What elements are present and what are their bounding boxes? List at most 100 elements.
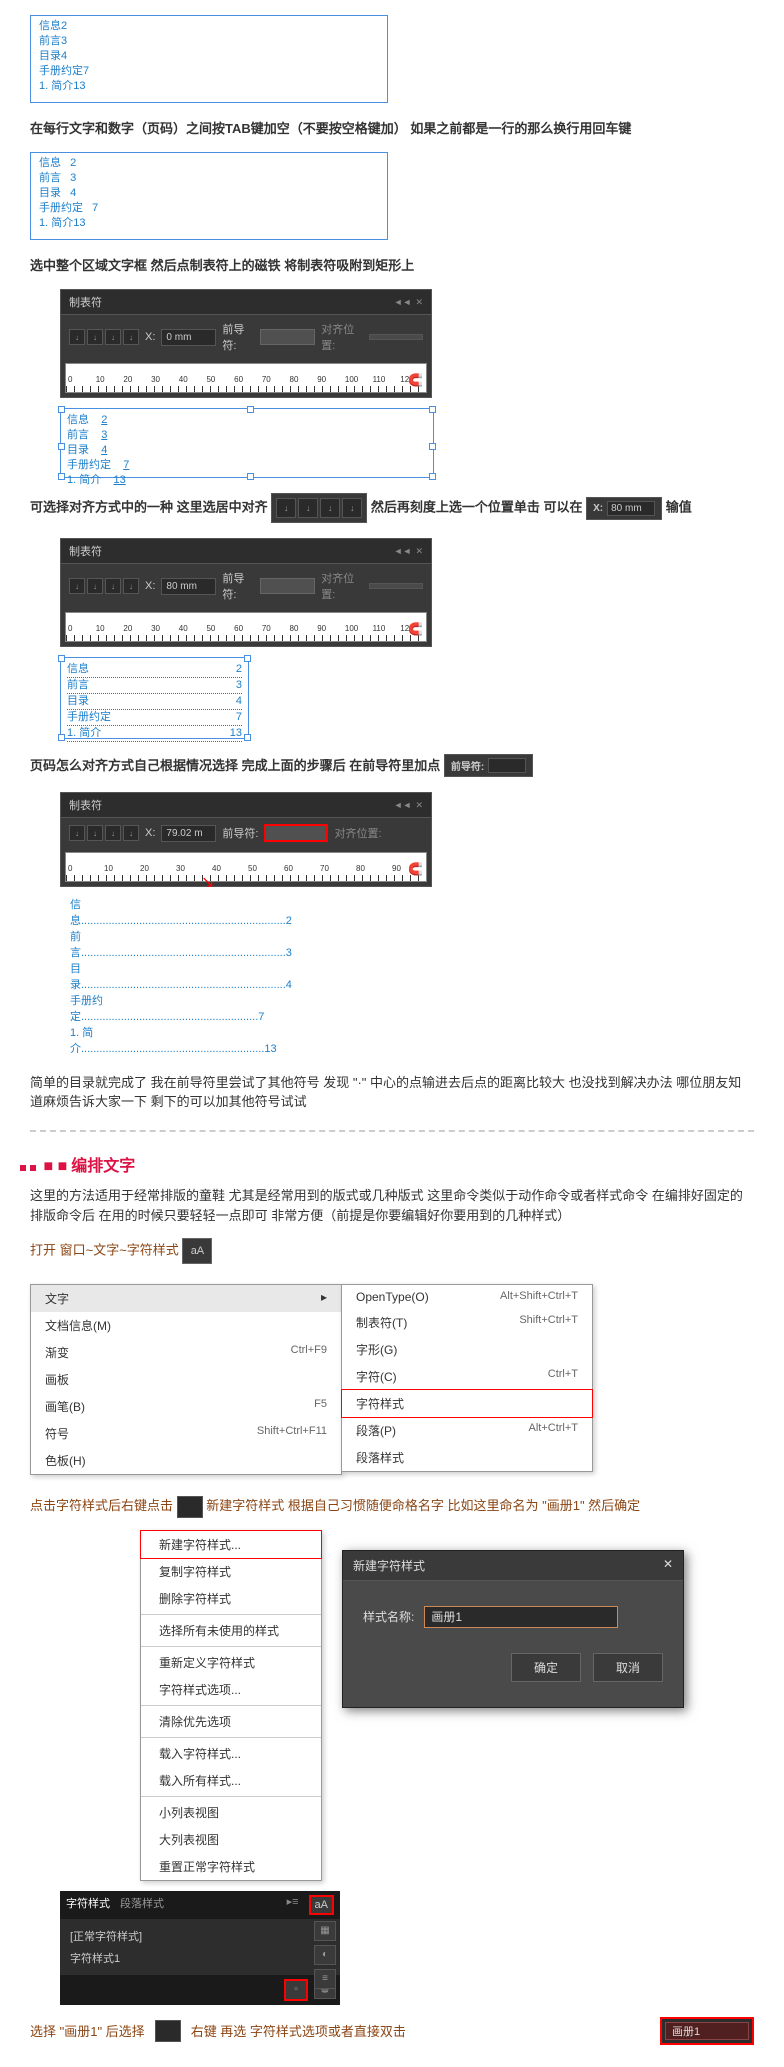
align-decimal-tab[interactable]: ↓: [123, 329, 139, 345]
char-style-icon: aA: [182, 1238, 212, 1264]
leader-label: 前导符:: [222, 570, 254, 602]
magnet-icon[interactable]: 🧲: [408, 622, 423, 636]
ruler[interactable]: 0 10 20 30 40 50 60 70 80 90 100 110 120: [65, 612, 427, 642]
align-tab[interactable]: ↓: [123, 825, 139, 841]
align-right-tab[interactable]: ↓: [105, 329, 121, 345]
align-left-tab[interactable]: ↓: [69, 329, 85, 345]
align-tab[interactable]: ↓: [123, 578, 139, 594]
panel-icon[interactable]: ◐: [314, 1945, 336, 1965]
align-tab[interactable]: ↓: [105, 825, 121, 841]
new-char-style-dialog: 新建字符样式✕ 样式名称: 确定 取消: [342, 1550, 684, 1708]
ok-button[interactable]: 确定: [511, 1653, 581, 1682]
context-item[interactable]: 重新定义字符样式: [141, 1649, 321, 1676]
align-tab[interactable]: ↓: [69, 578, 85, 594]
menu-item[interactable]: 字符(C)Ctrl+T: [342, 1363, 592, 1390]
magnet-icon[interactable]: 🧲: [408, 862, 423, 876]
tab-para-styles[interactable]: 段落样式: [120, 1895, 164, 1915]
context-item[interactable]: 载入字符样式...: [141, 1740, 321, 1767]
red-arrow-icon: ↘: [201, 872, 214, 892]
style-name-field[interactable]: [665, 2022, 749, 2040]
context-item[interactable]: 选择所有未使用的样式: [141, 1617, 321, 1644]
panel-menu-icon[interactable]: ▸≡: [287, 1895, 299, 1915]
menu-item[interactable]: 画板: [31, 1366, 341, 1393]
align-btn[interactable]: ↓: [298, 498, 318, 518]
close-icon[interactable]: ✕: [415, 546, 423, 557]
menu-item[interactable]: 段落样式: [342, 1444, 592, 1471]
close-icon[interactable]: ◄◄: [394, 800, 412, 811]
align-btn[interactable]: ↓: [342, 498, 362, 518]
close-icon[interactable]: ✕: [415, 800, 423, 811]
tab-char-styles[interactable]: 字符样式: [66, 1895, 110, 1915]
panel-title: 制表符: [69, 543, 102, 559]
context-item[interactable]: 小列表视图: [141, 1799, 321, 1826]
text: 可选择对齐方式中的一种 这里选居中对齐: [30, 499, 268, 514]
menu-item[interactable]: OpenType(O)Alt+Shift+Ctrl+T: [342, 1285, 592, 1309]
close-icon[interactable]: ◄◄: [394, 546, 412, 557]
tabs-panel-3: 制表符 ◄◄✕ ↓ ↓ ↓ ↓ X: 前导符: 对齐位置: 0 10 20 30…: [60, 792, 432, 887]
tabs-panel-1: 制表符 ◄◄✕ ↓ ↓ ↓ ↓ X: 前导符: 对齐位置: 0 10 20 30…: [60, 289, 432, 398]
align-tab[interactable]: ↓: [87, 825, 103, 841]
menu-item[interactable]: 色板(H): [31, 1447, 341, 1474]
menu-item-text[interactable]: 文字▸: [31, 1285, 341, 1312]
align-tab[interactable]: ↓: [87, 578, 103, 594]
panel-icon[interactable]: ≡: [314, 1969, 336, 1989]
panel-toolbar: ↓ ↓ ↓ ↓ X: 前导符: 对齐位置:: [61, 315, 431, 359]
style-item-1[interactable]: 字符样式1: [70, 1947, 330, 1969]
style-item-normal[interactable]: [正常字符样式]: [70, 1925, 330, 1947]
ruler-tick: 0: [66, 375, 94, 384]
align-tab[interactable]: ↓: [105, 578, 121, 594]
ruler-tick: 100: [343, 624, 371, 633]
close-icon[interactable]: ◄◄: [394, 297, 412, 308]
context-item[interactable]: 重置正常字符样式: [141, 1853, 321, 1880]
magnet-icon[interactable]: 🧲: [408, 373, 423, 387]
leader-input[interactable]: [260, 329, 315, 345]
text-frame-aligned[interactable]: 信息2 前言3 目录4 手册约定7 1. 简介13: [60, 657, 249, 739]
leader-input[interactable]: [264, 824, 328, 842]
new-style-button[interactable]: ▫: [284, 1979, 308, 2001]
menu-item[interactable]: 字形(G): [342, 1336, 592, 1363]
line: 目录 4: [39, 186, 379, 201]
char-style-icon-highlighted[interactable]: aA: [309, 1895, 334, 1915]
context-item[interactable]: 载入所有样式...: [141, 1767, 321, 1794]
context-new-style[interactable]: 新建字符样式...: [140, 1530, 322, 1559]
close-icon[interactable]: ✕: [663, 1557, 673, 1574]
context-item[interactable]: 删除字符样式: [141, 1585, 321, 1612]
panel-icon[interactable]: ▦: [314, 1921, 336, 1941]
x-input[interactable]: [161, 578, 216, 595]
menu-item[interactable]: 画笔(B)F5: [31, 1393, 341, 1420]
align-btn[interactable]: ↓: [276, 498, 296, 518]
instruction-1: 在每行文字和数字（页码）之间按TAB键加空（不要按空格键加） 如果之前都是一行的…: [30, 118, 754, 137]
context-item[interactable]: 字符样式选项...: [141, 1676, 321, 1703]
panel-toolbar: ↓ ↓ ↓ ↓ X: 前导符: 对齐位置:: [61, 818, 431, 848]
menu-item-char-style[interactable]: 字符样式: [341, 1389, 593, 1418]
menu-item[interactable]: 渐变Ctrl+F9: [31, 1339, 341, 1366]
leader-input[interactable]: [260, 578, 315, 594]
style-name-input[interactable]: [424, 1606, 618, 1628]
ruler-tick: 50: [246, 864, 282, 873]
context-item[interactable]: 大列表视图: [141, 1826, 321, 1853]
selected-text-frame[interactable]: 信息 2 前言 3 目录 4 手册约定 7 1. 简介 13: [60, 408, 434, 478]
menu-item[interactable]: 段落(P)Alt+Ctrl+T: [342, 1417, 592, 1444]
ruler[interactable]: 0 10 20 30 40 50 60 70 80 90: [65, 852, 427, 882]
align-input[interactable]: [369, 334, 423, 340]
leader-input[interactable]: [488, 758, 526, 773]
align-btn[interactable]: ↓: [320, 498, 340, 518]
ruler[interactable]: 0 10 20 30 40 50 60 70 80 90 100 110 120: [65, 363, 427, 393]
x-input[interactable]: [607, 501, 655, 516]
align-input[interactable]: [369, 583, 423, 589]
context-item[interactable]: 清除优先选项: [141, 1708, 321, 1735]
x-input[interactable]: [161, 825, 216, 842]
menu-item[interactable]: 文档信息(M): [31, 1312, 341, 1339]
align-center-tab[interactable]: ↓: [87, 329, 103, 345]
ruler-tick: 40: [210, 864, 246, 873]
context-item[interactable]: 复制字符样式: [141, 1558, 321, 1585]
menu-item[interactable]: 制表符(T)Shift+Ctrl+T: [342, 1309, 592, 1336]
menu-item[interactable]: 符号Shift+Ctrl+F11: [31, 1420, 341, 1447]
ruler-tick: 70: [260, 624, 288, 633]
close-icon[interactable]: ✕: [415, 297, 423, 308]
cancel-button[interactable]: 取消: [593, 1653, 663, 1682]
line: 手册约定 7: [39, 201, 379, 216]
align-tab[interactable]: ↓: [69, 825, 85, 841]
toc-row: 信息 2: [67, 413, 427, 428]
x-position-input[interactable]: [161, 329, 216, 346]
